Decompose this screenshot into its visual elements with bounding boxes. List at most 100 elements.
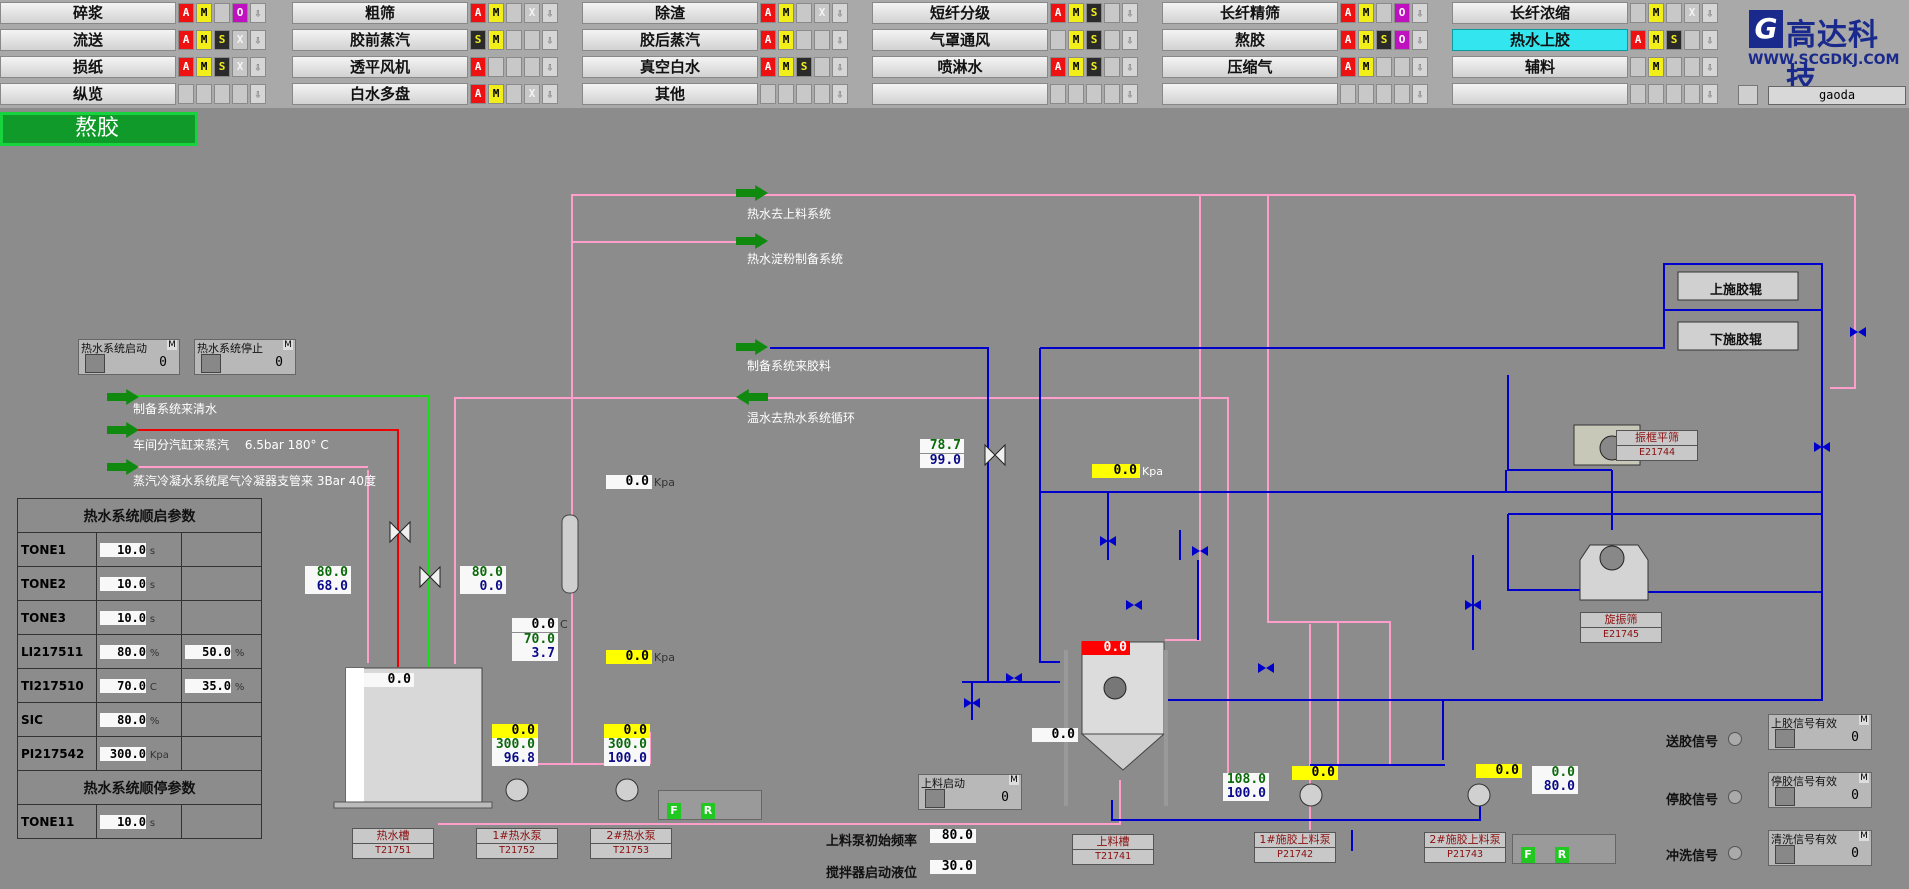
equipment-label[interactable]: 1#施胶上料泵 P21742: [1254, 832, 1336, 863]
param-row: TI217510 70.0 C 35.0 %: [17, 668, 262, 703]
equipment-label[interactable]: 热水槽 T21751: [352, 828, 434, 859]
param-value-2[interactable]: [181, 532, 262, 567]
stop-signal-lamp: [1728, 790, 1742, 804]
flush-valid-box[interactable]: 清洗信号有效 M 0: [1768, 830, 1872, 866]
valve2-setpoint[interactable]: 80.0: [460, 566, 506, 580]
hot-start-button[interactable]: [85, 354, 105, 373]
feed-pump2-freq-set[interactable]: 0.0: [1476, 764, 1522, 778]
equipment-label[interactable]: 振框平筛 E21744: [1616, 430, 1698, 461]
hx-temperature-unit: C: [560, 618, 568, 631]
feed-pump1-freq: 100.0: [1223, 787, 1269, 801]
flow-warm-return: 温水去热水系统循环: [747, 411, 856, 425]
init-freq-value[interactable]: 80.0: [930, 829, 976, 843]
feed-start-button[interactable]: [925, 789, 945, 808]
param-value-1[interactable]: 10.0 s: [96, 532, 182, 567]
feed-pump-fr-panel: FR: [1512, 834, 1616, 864]
rotary-screen: [1579, 544, 1649, 601]
param-name: TONE11: [17, 804, 97, 839]
glue-piping: [770, 263, 1823, 851]
send-valid-box[interactable]: 上胶信号有效 M 0: [1768, 714, 1872, 750]
flow-condense-in: 蒸汽冷凝水系统尾气冷凝器支管来 3Bar 40度: [133, 474, 377, 488]
param-value-1[interactable]: 10.0 s: [96, 804, 182, 839]
param-row: TONE11 10.0 s: [17, 804, 262, 839]
feed-pump-2: [1467, 783, 1491, 807]
feed-pump-1: [1299, 783, 1323, 807]
pump1-freq-set[interactable]: 0.0: [492, 724, 538, 738]
pump1-pressure: 300.0: [492, 738, 538, 752]
stop-valid-button[interactable]: [1775, 787, 1795, 806]
flush-valid-button[interactable]: [1775, 845, 1795, 864]
pressure-mid[interactable]: 0.0: [606, 650, 652, 664]
feed-tank: [1064, 641, 1168, 806]
flow-prep-clear: 制备系统来清水: [133, 402, 218, 416]
param-value-2[interactable]: [181, 600, 262, 635]
hot-system-start[interactable]: 热水系统启动 M 0: [78, 339, 180, 375]
valve1-setpoint[interactable]: 80.0: [305, 566, 351, 580]
param-value-1[interactable]: 80.0 %: [96, 634, 182, 669]
flush-signal-lamp: [1728, 846, 1742, 860]
send-valid-value: 0: [1851, 730, 1859, 745]
hx-pressure: 3.7: [512, 647, 558, 661]
param-name: TONE2: [17, 566, 97, 601]
hot-start-value: 0: [159, 355, 167, 370]
param-value-2[interactable]: [181, 736, 262, 771]
equipment-label[interactable]: 上料槽 T21741: [1072, 834, 1154, 865]
stop-valid-value: 0: [1851, 788, 1859, 803]
pump2-freq: 100.0: [604, 752, 650, 766]
hot-water-tank: [333, 667, 493, 809]
param-value-2[interactable]: [181, 702, 262, 737]
feed-pump1-freq-set[interactable]: 0.0: [1292, 766, 1338, 780]
start-params-title: 热水系统顺启参数: [17, 498, 262, 533]
hot-pump-fr-panel: FR: [658, 790, 762, 820]
equipment-label[interactable]: 2#施胶上料泵 P21743: [1424, 832, 1506, 863]
flow-hot-to-starch: 热水淀粉制备系统: [747, 252, 844, 266]
hx-flow: 70.0: [512, 633, 558, 647]
param-value-1[interactable]: 10.0 s: [96, 600, 182, 635]
hot-pump-1: [505, 778, 529, 802]
glue-valve-setpoint[interactable]: 78.7: [920, 439, 964, 453]
param-name: LI217511: [17, 634, 97, 669]
param-name: SIC: [17, 702, 97, 737]
mixer-level-label: 搅拌器启动液位: [826, 866, 918, 881]
hot-stop-button[interactable]: [201, 354, 221, 373]
send-signal-lamp: [1728, 732, 1742, 746]
heat-exchanger: [561, 514, 579, 594]
pressure-top: 0.0: [606, 475, 652, 489]
param-row: TONE1 10.0 s: [17, 532, 262, 567]
param-value-1[interactable]: 10.0 s: [96, 566, 182, 601]
hot-tank-level: 0.0: [364, 673, 414, 687]
hot-system-stop[interactable]: 热水系统停止 M 0: [194, 339, 296, 375]
valve2-position: 0.0: [460, 580, 506, 594]
hot-pump-2: [615, 778, 639, 802]
stop-params-title: 热水系统顺停参数: [17, 770, 262, 805]
feed-pressure-unit: Kpa: [1142, 465, 1163, 478]
param-value-1[interactable]: 70.0 C: [96, 668, 182, 703]
stop-valid-box[interactable]: 停胶信号有效 M 0: [1768, 772, 1872, 808]
param-row: TONE2 10.0 s: [17, 566, 262, 601]
param-value-1[interactable]: 80.0 %: [96, 702, 182, 737]
feed-start[interactable]: 上料启动 M 0: [918, 774, 1022, 810]
param-value-2[interactable]: 35.0 %: [181, 668, 262, 703]
param-value-2[interactable]: 50.0 %: [181, 634, 262, 669]
param-value-1[interactable]: 300.0 Kpa: [96, 736, 182, 771]
equipment-label[interactable]: 2#热水泵 T21753: [590, 828, 672, 859]
pump2-freq-set[interactable]: 0.0: [604, 724, 650, 738]
param-name: TI217510: [17, 668, 97, 703]
param-row: PI217542 300.0 Kpa: [17, 736, 262, 771]
param-row: LI217511 80.0 % 50.0 %: [17, 634, 262, 669]
param-row: TONE3 10.0 s: [17, 600, 262, 635]
feed-pressure[interactable]: 0.0: [1092, 464, 1140, 478]
feed-tank-level: 0.0: [1082, 641, 1130, 655]
equipment-label[interactable]: 旋振筛 E21745: [1580, 612, 1662, 643]
stop-signal-label: 停胶信号: [1666, 793, 1719, 808]
send-signal-label: 送胶信号: [1666, 735, 1719, 750]
glue-valve-position: 99.0: [920, 454, 964, 468]
init-freq-label: 上料泵初始频率: [826, 834, 918, 849]
valve1-position: 68.0: [305, 580, 351, 594]
equipment-label[interactable]: 1#热水泵 T21752: [476, 828, 558, 859]
mixer-level-value[interactable]: 30.0: [930, 860, 976, 874]
flow-prep-glue: 制备系统来胶料: [747, 359, 832, 373]
send-valid-button[interactable]: [1775, 729, 1795, 748]
param-value-2[interactable]: [181, 566, 262, 601]
feed-pump2-pressure: 0.0: [1532, 766, 1578, 780]
